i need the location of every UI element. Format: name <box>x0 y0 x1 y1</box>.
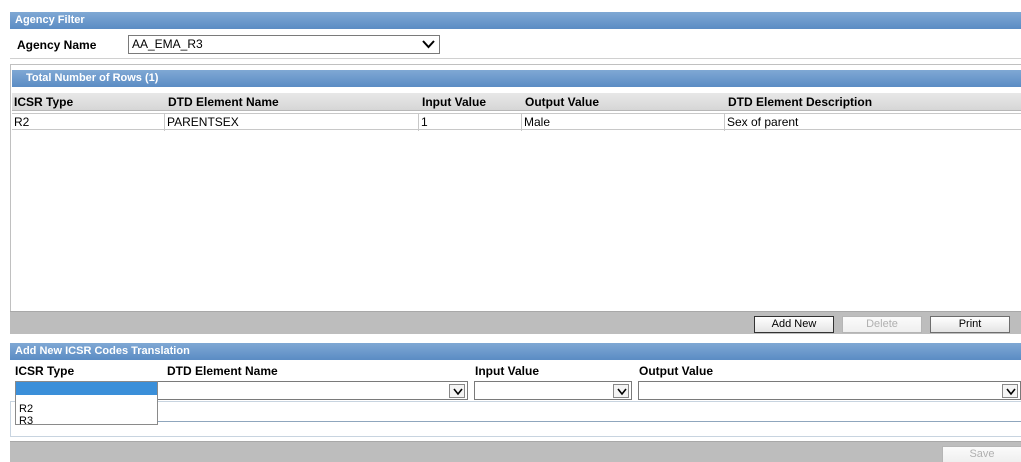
column-header-dtd-element-name[interactable]: DTD Element Name <box>166 93 279 111</box>
chevron-down-icon <box>1002 384 1018 398</box>
grid-toolbar: Add New Delete Print <box>10 311 1021 334</box>
chevron-down-icon <box>613 384 629 398</box>
agency-name-select[interactable]: AA_EMA_R3 <box>128 35 440 54</box>
grid-header: Total Number of Rows (1) <box>12 70 1021 87</box>
cell-dtd-element-name: PARENTSEX <box>164 114 239 131</box>
icsr-type-option-blank[interactable] <box>16 382 157 395</box>
icsr-type-option-r3[interactable]: R3 <box>16 415 157 427</box>
cell-dtd-element-description: Sex of parent <box>724 114 798 131</box>
entry-row-inner <box>18 421 1021 437</box>
output-value-label: Output Value <box>639 364 714 378</box>
column-header-output-value[interactable]: Output Value <box>523 93 599 111</box>
divider <box>10 58 1021 59</box>
input-value-label: Input Value <box>475 364 540 378</box>
chevron-down-icon <box>449 384 465 398</box>
column-header-icsr-type[interactable]: ICSR Type <box>12 93 73 111</box>
icsr-type-label: ICSR Type <box>15 364 75 378</box>
bottom-toolbar: Save <box>10 441 1021 462</box>
delete-button[interactable]: Delete <box>842 316 922 333</box>
icsr-type-option-r2[interactable]: R2 <box>16 403 157 415</box>
agency-name-label: Agency Name <box>17 38 97 52</box>
agency-name-value: AA_EMA_R3 <box>132 37 203 51</box>
table-row[interactable]: R2 PARENTSEX 1 Male Sex of parent <box>12 113 1021 131</box>
icsr-type-dropdown[interactable]: R2 R3 <box>15 381 158 427</box>
dtd-element-name-select[interactable] <box>155 381 468 400</box>
column-header-dtd-element-description[interactable]: DTD Element Description <box>726 93 872 111</box>
agency-filter-header: Agency Filter <box>10 12 1021 29</box>
cell-input-value: 1 <box>418 114 428 131</box>
dtd-element-name-label: DTD Element Name <box>167 364 278 378</box>
add-new-title: Add New ICSR Codes Translation <box>15 345 190 357</box>
cell-output-value: Male <box>521 114 550 131</box>
grid-title: Total Number of Rows (1) <box>26 72 159 84</box>
cell-icsr-type: R2 <box>14 115 30 129</box>
input-value-select[interactable] <box>474 381 632 400</box>
chevron-down-icon <box>422 40 435 49</box>
grid-column-headers: ICSR Type DTD Element Name Input Value O… <box>12 93 1021 111</box>
save-button[interactable]: Save <box>942 446 1021 462</box>
agency-filter-title: Agency Filter <box>15 14 85 26</box>
output-value-select[interactable] <box>638 381 1021 400</box>
add-new-header: Add New ICSR Codes Translation <box>10 343 1021 360</box>
add-new-button[interactable]: Add New <box>754 316 834 333</box>
column-header-input-value[interactable]: Input Value <box>420 93 486 111</box>
print-button[interactable]: Print <box>930 316 1010 333</box>
